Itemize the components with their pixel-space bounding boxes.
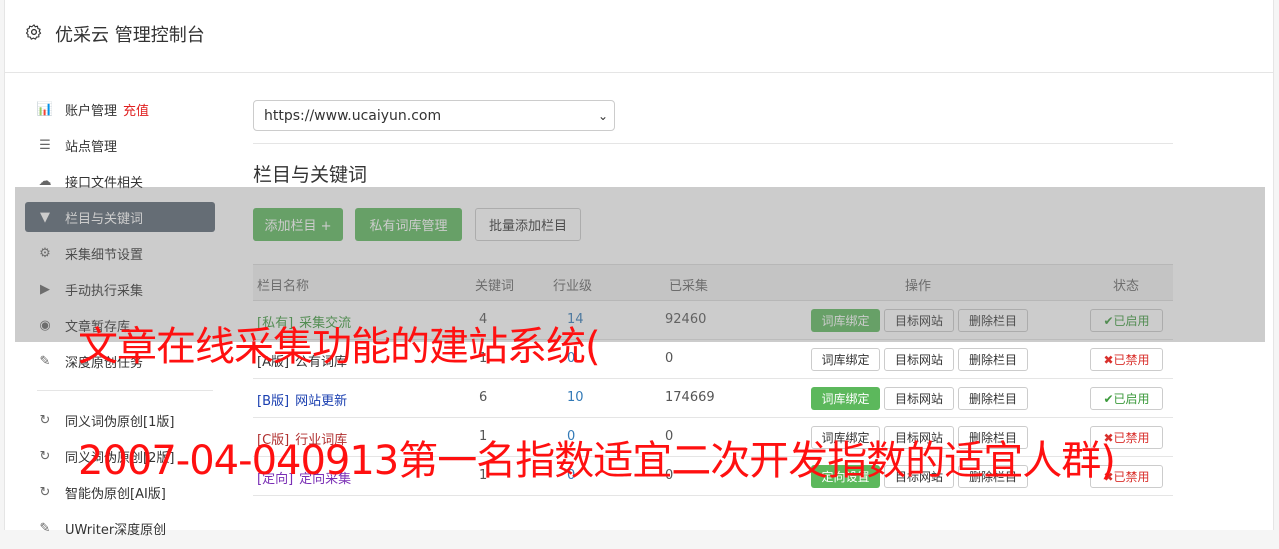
server-icon: ☰: [39, 137, 51, 153]
refresh-icon: ↻: [39, 412, 51, 428]
watermark-text: 文章在线采集功能的建站系统( 2007-04-040913第一名指数适宜二次开发…: [78, 262, 1273, 547]
page-title: 优采云 管理控制台: [55, 25, 205, 46]
edit-icon: ✎: [39, 353, 51, 369]
sidebar-item-label: 账户管理: [65, 103, 118, 119]
section-title: 栏目与关键词: [253, 164, 368, 186]
header: 优采云 管理控制台: [5, 0, 1273, 73]
edit-icon: ✎: [39, 520, 51, 536]
bar-chart-icon: 📊: [36, 101, 54, 117]
watermark-line-1: 文章在线采集功能的建站系统(: [78, 324, 601, 370]
recharge-link[interactable]: 充值: [123, 100, 149, 119]
chevron-down-icon: ⌄: [597, 109, 608, 123]
gear-icon: [25, 24, 42, 40]
site-select-value: https://www.ucaiyun.com: [264, 107, 442, 124]
refresh-icon: ↻: [39, 484, 51, 500]
site-select[interactable]: https://www.ucaiyun.com ⌄: [253, 100, 615, 131]
sidebar-item[interactable]: ☰ 站点管理: [25, 130, 215, 160]
watermark-line-2: 2007-04-040913第一名指数适宜二次开发指数的适宜人群): [78, 438, 1116, 484]
sidebar-item-label: 站点管理: [65, 139, 118, 155]
divider: [253, 143, 1173, 144]
sidebar-item[interactable]: 📊 账户管理 充值: [25, 94, 215, 124]
refresh-icon: ↻: [39, 448, 51, 464]
